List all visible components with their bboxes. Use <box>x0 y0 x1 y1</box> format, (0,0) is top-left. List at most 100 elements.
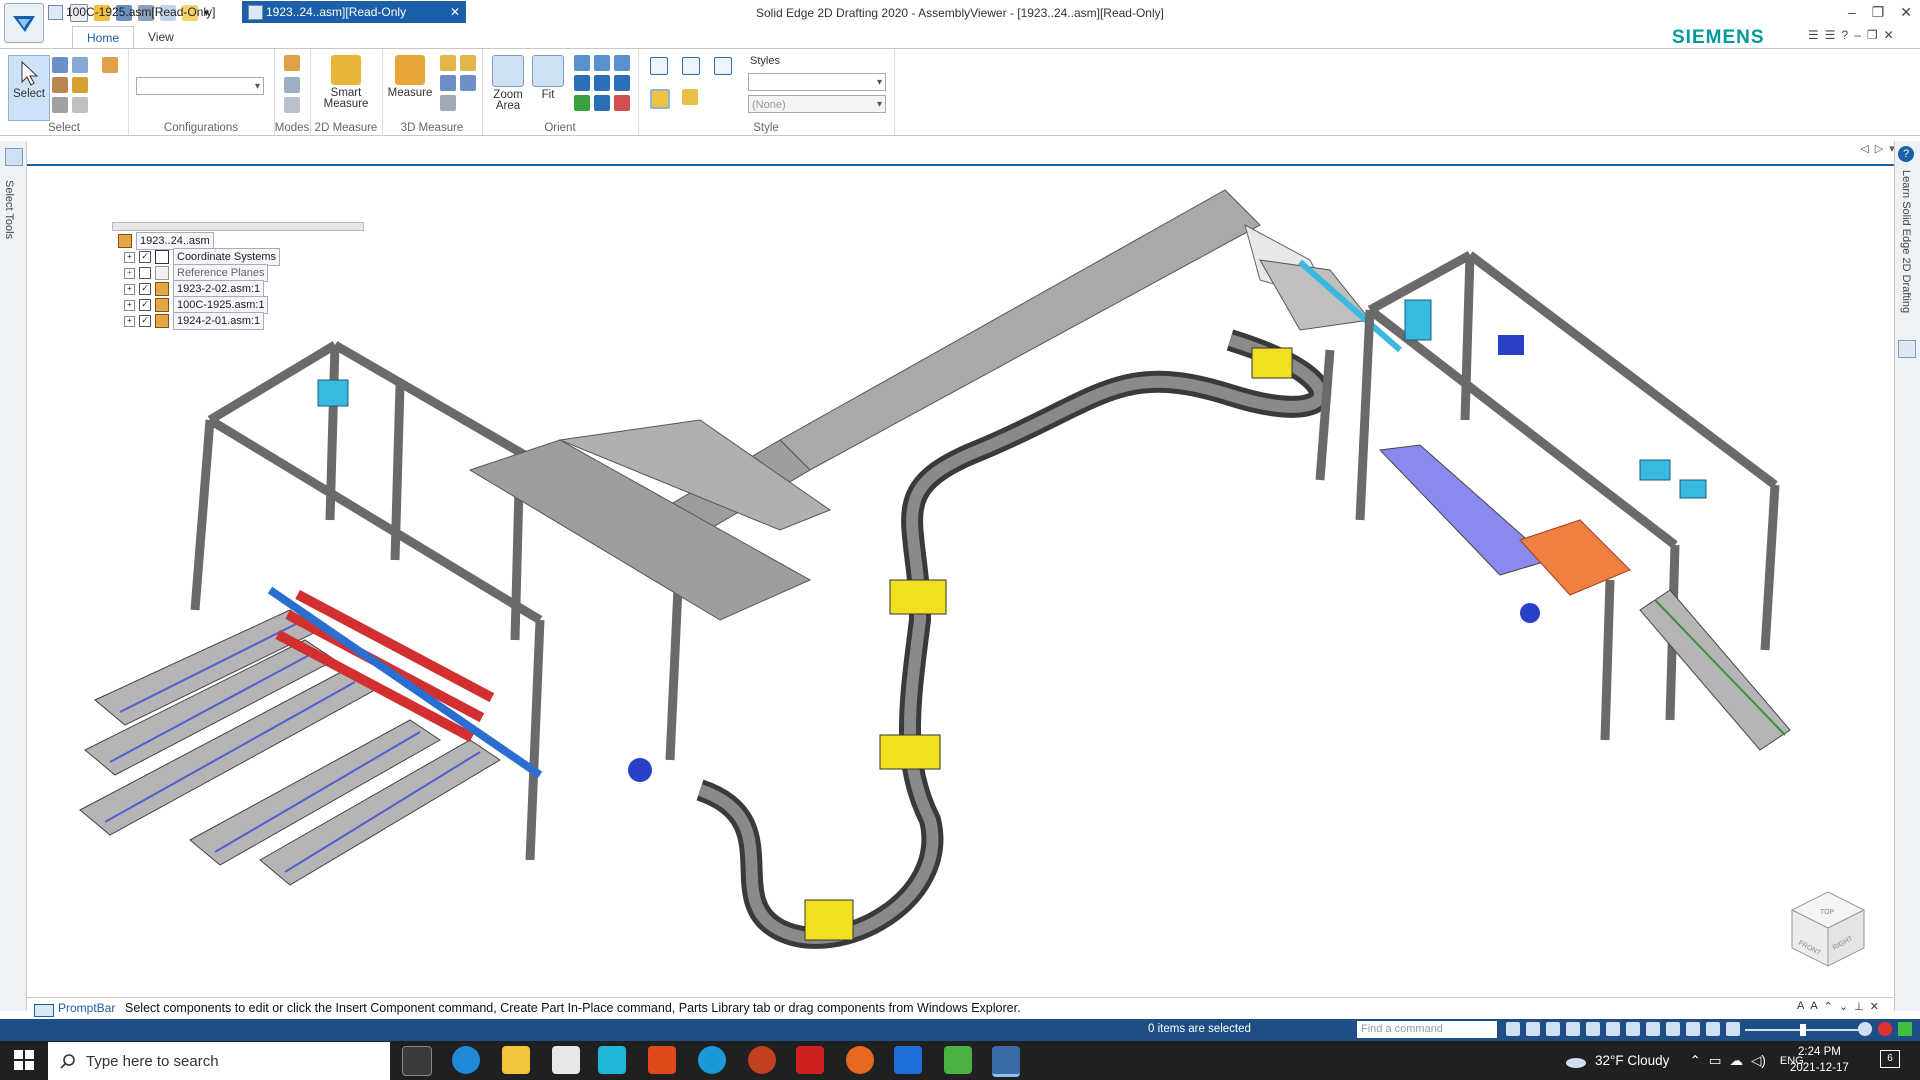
tree-drag-handle[interactable] <box>112 222 364 231</box>
visibility-checkbox[interactable] <box>139 267 151 279</box>
select-tools-panel[interactable] <box>0 141 27 1011</box>
shaded-edges-icon[interactable] <box>682 89 698 105</box>
part-select-icon[interactable] <box>72 77 88 93</box>
measure-min-icon[interactable] <box>440 75 456 91</box>
task-view-icon[interactable] <box>402 1046 432 1076</box>
select-tools-icon[interactable] <box>5 148 23 166</box>
filter-icon[interactable] <box>52 57 68 73</box>
go-icon[interactable] <box>1506 1022 1520 1036</box>
shaded-icon[interactable] <box>650 89 670 109</box>
edge-icon[interactable] <box>452 1046 480 1074</box>
record-icon[interactable] <box>1878 1022 1892 1036</box>
previous-view-icon[interactable] <box>574 95 590 111</box>
taskbar-search[interactable]: Type here to search <box>48 1042 390 1080</box>
view-cube[interactable]: TOP FRONT RIGHT <box>1788 888 1868 970</box>
style-combo[interactable] <box>748 73 886 92</box>
shade-status-icon[interactable] <box>1666 1022 1680 1036</box>
smart-measure-button[interactable]: Smart Measure <box>320 55 372 110</box>
view-orient-icon[interactable] <box>614 75 630 91</box>
none-combo[interactable]: (None) <box>748 95 886 114</box>
visibility-checkbox[interactable]: ✓ <box>139 299 151 311</box>
fit-status-icon[interactable] <box>1566 1022 1580 1036</box>
zoom-status-icon[interactable] <box>1546 1022 1560 1036</box>
box-status-icon[interactable] <box>1686 1022 1700 1036</box>
outlook-icon[interactable] <box>894 1046 922 1074</box>
rotate-icon[interactable] <box>614 55 630 71</box>
weather-text[interactable]: 32°F Cloudy <box>1595 1053 1669 1068</box>
mail-icon[interactable] <box>552 1046 580 1074</box>
tool-select-icon[interactable] <box>52 97 68 113</box>
firefox-icon[interactable] <box>846 1046 874 1074</box>
zoom-area-status-icon[interactable] <box>1526 1022 1540 1036</box>
quick-pick-icon[interactable] <box>52 77 68 93</box>
zoom-slider-thumb[interactable] <box>1800 1024 1806 1036</box>
select-by-icon[interactable] <box>72 57 88 73</box>
restore-icon[interactable]: ❐ <box>1872 4 1885 21</box>
dimetric-view-icon[interactable] <box>682 57 700 75</box>
visibility-checkbox[interactable]: ✓ <box>139 283 151 295</box>
tree-item-1924-2-01[interactable]: + ✓ 1924-2-01.asm:1 <box>112 312 362 330</box>
pan-status-icon[interactable] <box>1586 1022 1600 1036</box>
tab-next-icon[interactable]: ▷ <box>1875 142 1883 155</box>
expand-icon[interactable]: + <box>124 299 135 311</box>
office-icon[interactable] <box>648 1046 676 1074</box>
minimize-icon[interactable]: – <box>1848 4 1856 21</box>
expand-icon[interactable]: + <box>124 267 135 279</box>
tab-prev-icon[interactable]: ◁ <box>1860 142 1868 155</box>
pin-icon[interactable]: ⊥ <box>1854 1000 1864 1013</box>
learn-label[interactable]: Learn Solid Edge 2D Drafting <box>1900 170 1912 313</box>
measure-angle-icon[interactable] <box>460 55 476 71</box>
font-larger-icon[interactable]: A <box>1797 1000 1804 1013</box>
measure-button[interactable]: Measure <box>386 55 434 99</box>
expand-icon[interactable]: + <box>124 251 135 263</box>
chrome-like-icon[interactable] <box>748 1046 776 1074</box>
trimetric-view-icon[interactable] <box>714 57 732 75</box>
network-icon[interactable]: ▭ <box>1709 1053 1722 1069</box>
fit-button[interactable]: Fit <box>532 55 564 101</box>
close-icon[interactable]: ✕ <box>1900 4 1912 21</box>
layout-alt-icon[interactable]: ☰ <box>1825 28 1836 42</box>
grid-status-icon[interactable] <box>1706 1022 1720 1036</box>
zoom-in-icon[interactable] <box>1858 1022 1872 1036</box>
solid-edge-active-icon[interactable] <box>992 1046 1020 1077</box>
tab-view[interactable]: View <box>134 26 188 50</box>
status-green-icon[interactable] <box>1898 1022 1912 1036</box>
rotate-status-icon[interactable] <box>1606 1022 1620 1036</box>
help-circle-icon[interactable]: ? <box>1898 146 1914 162</box>
solidworks-2017-icon[interactable] <box>796 1046 824 1074</box>
tree-root[interactable]: 1923..24..asm <box>112 232 362 250</box>
spin-status-icon[interactable] <box>1626 1022 1640 1036</box>
spin-icon[interactable] <box>574 75 590 91</box>
iso-view-icon[interactable] <box>650 57 668 75</box>
solid-edge-2020-icon[interactable] <box>944 1046 972 1074</box>
font-smaller-icon[interactable]: A <box>1810 1000 1817 1013</box>
tree-item-coordinate-systems[interactable]: + ✓ Coordinate Systems <box>112 248 362 266</box>
zoom-icon[interactable] <box>574 55 590 71</box>
mode-third-icon[interactable] <box>284 97 300 113</box>
stats-app-icon[interactable] <box>698 1046 726 1074</box>
tree-item-1923-2-02[interactable]: + ✓ 1923-2-02.asm:1 <box>112 280 362 298</box>
configurations-combo[interactable] <box>136 77 264 96</box>
timer-app-icon[interactable] <box>598 1046 626 1074</box>
named-views-icon[interactable] <box>614 95 630 111</box>
measure-area-icon[interactable] <box>440 95 456 111</box>
tab-home[interactable]: Home <box>72 26 135 50</box>
pan-icon[interactable] <box>594 55 610 71</box>
tray-chevron-icon[interactable]: ⌃ <box>1689 1053 1700 1069</box>
measure-normal-icon[interactable] <box>460 75 476 91</box>
visibility-checkbox[interactable]: ✓ <box>139 251 151 263</box>
expand-prompt-icon[interactable]: ⌄ <box>1839 1000 1848 1013</box>
layout-icon[interactable]: ☰ <box>1808 28 1819 42</box>
select-button[interactable]: Select <box>8 55 50 121</box>
zoom-area-button[interactable]: Zoom Area <box>488 55 528 112</box>
show-hide-icon[interactable] <box>72 97 88 113</box>
doc-restore-icon[interactable]: ❐ <box>1867 28 1878 42</box>
find-command-input[interactable]: Find a command <box>1357 1021 1497 1038</box>
volume-icon[interactable]: ◁) <box>1751 1053 1766 1069</box>
grid-mode-icon[interactable] <box>284 55 300 71</box>
promptbar-close-icon[interactable]: ✕ <box>1870 1000 1879 1013</box>
panel-options-icon[interactable] <box>1898 340 1916 358</box>
tree-item-reference-planes[interactable]: + Reference Planes <box>112 264 362 282</box>
close-tab-icon[interactable]: ✕ <box>450 1 460 23</box>
notification-icon[interactable]: 6 <box>1880 1050 1900 1068</box>
